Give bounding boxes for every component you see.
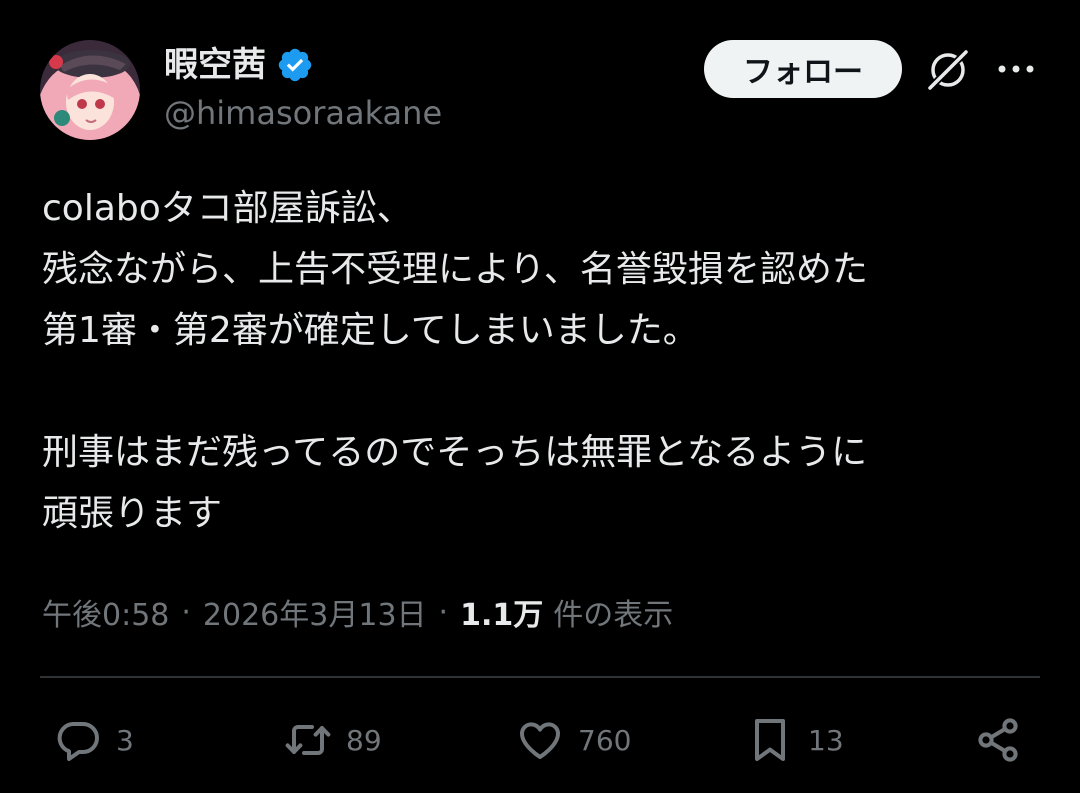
like-count: 760 xyxy=(578,723,632,757)
meta-separator: · xyxy=(181,594,191,630)
views-label: 件の表示 xyxy=(553,598,674,633)
tweet-line: 第1審・第2審が確定してしまいました。 xyxy=(42,310,699,351)
more-icon[interactable] xyxy=(996,56,1036,82)
user-handle[interactable]: @himasoraakane xyxy=(164,92,442,134)
display-name[interactable]: 暇空茜 xyxy=(164,44,266,86)
like-button[interactable]: 760 xyxy=(516,708,631,772)
tweet-line: 頑張ります xyxy=(42,493,223,534)
tweet-line: 刑事はまだ残ってるのでそっちは無罪となるように xyxy=(42,432,868,473)
divider xyxy=(40,676,1040,678)
avatar[interactable] xyxy=(40,40,140,140)
bookmark-button[interactable]: 13 xyxy=(746,708,844,772)
tweet-header: 暇空茜 @himasoraakane フォロー xyxy=(0,0,1080,150)
meta-separator: · xyxy=(438,594,449,630)
bookmark-icon xyxy=(755,719,785,761)
tweet-time[interactable]: 午後0:58 xyxy=(42,590,169,634)
bookmark-count: 13 xyxy=(808,723,844,757)
name-row: 暇空茜 xyxy=(164,44,314,86)
tweet-line: 残念ながら、上告不受理により、名誉毀損を認めた xyxy=(42,249,868,290)
heart-icon xyxy=(520,722,560,759)
retweet-button[interactable]: 89 xyxy=(284,708,382,772)
tweet-text: colaboタコ部屋訴訟、 残念ながら、上告不受理により、名誉毀損を認めた 第1… xyxy=(42,178,1042,544)
retweet-icon xyxy=(285,725,331,755)
tweet-date[interactable]: 2026年3月13日 xyxy=(203,590,427,634)
follow-button[interactable]: フォロー xyxy=(704,40,902,98)
views-count: 1.1万 xyxy=(460,598,544,633)
action-bar: 3 89 760 13 xyxy=(0,708,1080,772)
tweet-line: colaboタコ部屋訴訟、 xyxy=(42,188,413,229)
verified-badge-icon xyxy=(278,48,312,82)
reply-button[interactable]: 3 xyxy=(54,708,134,772)
tweet-meta: 午後0:58 · 2026年3月13日 · 1.1万 件の表示 xyxy=(42,588,673,636)
reply-icon xyxy=(57,722,99,761)
retweet-count: 89 xyxy=(346,723,382,757)
grok-icon[interactable] xyxy=(924,46,972,94)
share-button[interactable] xyxy=(974,708,1022,772)
share-icon xyxy=(978,718,1018,762)
reply-count: 3 xyxy=(116,723,134,757)
